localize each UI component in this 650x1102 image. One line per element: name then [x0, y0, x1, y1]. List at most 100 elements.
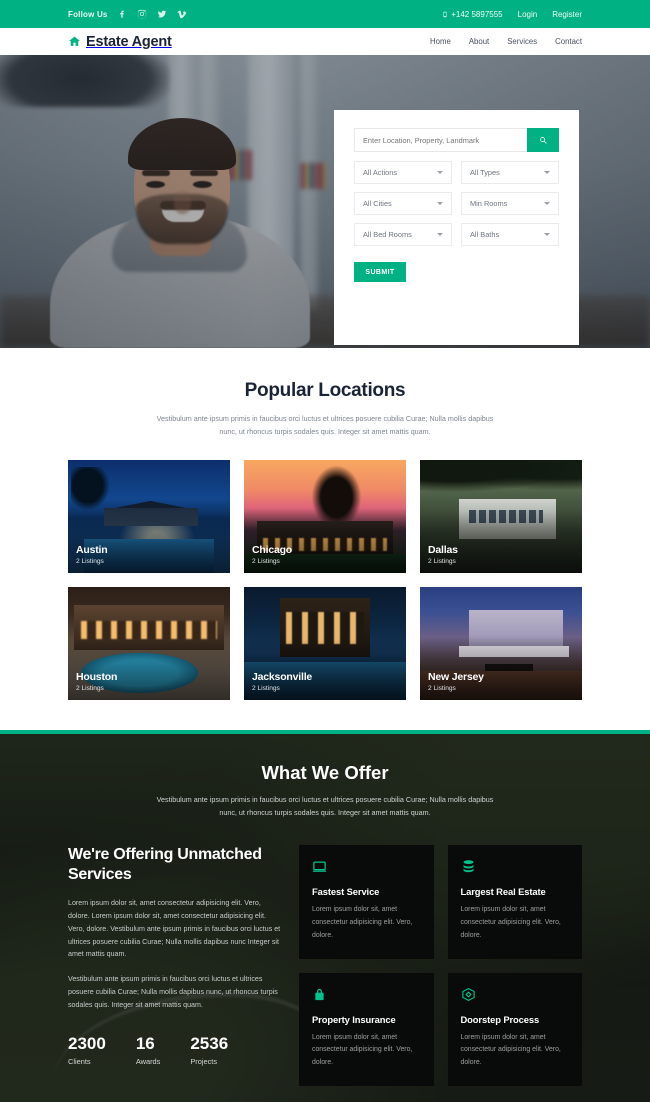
follow-us-label: Follow Us	[68, 9, 108, 19]
location-name: Austin	[76, 544, 108, 557]
search-input[interactable]	[354, 128, 527, 152]
login-link[interactable]: Login	[518, 10, 538, 19]
popular-locations-section: Popular Locations Vestibulum ante ipsum …	[0, 348, 650, 731]
feature-description: Lorem ipsum dolor sit, amet consectetur …	[312, 1033, 413, 1067]
card-caption: Dallas 2 Listings	[428, 544, 458, 565]
select-all-types[interactable]: All Types	[461, 161, 559, 184]
location-listing-count: 2 Listings	[428, 685, 456, 693]
feature-description: Lorem ipsum dolor sit, amet consectetur …	[460, 906, 561, 939]
feature-description: Lorem ipsum dolor sit, amet consectetur …	[312, 906, 413, 939]
offer-heading: We're Offering Unmatched Services	[68, 846, 262, 884]
offer-paragraph-1: Lorem ipsum dolor sit, amet consectetur …	[68, 899, 281, 959]
phone-number: +142 5897555	[442, 9, 503, 19]
lock-icon	[312, 987, 421, 1002]
feature-card-largest-real-estate[interactable]: Largest Real Estate Lorem ipsum dolor si…	[447, 845, 582, 959]
nav-item-home[interactable]: Home	[430, 37, 451, 46]
location-card-new-jersey[interactable]: New Jersey 2 Listings	[420, 587, 582, 701]
chevron-down-icon	[437, 233, 443, 236]
select-all-baths[interactable]: All Baths	[461, 223, 559, 246]
instagram-icon[interactable]	[137, 9, 148, 20]
chevron-down-icon	[437, 171, 443, 174]
stat-awards-label: Awards	[135, 1056, 161, 1066]
twitter-icon[interactable]	[157, 9, 168, 20]
location-name: Dallas	[428, 544, 458, 557]
location-card-houston[interactable]: Houston 2 Listings	[68, 587, 230, 701]
select-all-actions[interactable]: All Actions	[354, 161, 452, 184]
chevron-down-icon	[437, 202, 443, 205]
nav-item-about[interactable]: About	[469, 37, 489, 46]
social-links: Follow Us	[68, 9, 188, 20]
phone-number-text: +142 5897555	[451, 9, 503, 19]
offer-title: What We Offer	[261, 762, 389, 784]
feature-card-property-insurance[interactable]: Property Insurance Lorem ipsum dolor sit…	[299, 972, 434, 1086]
facebook-icon[interactable]	[117, 9, 128, 20]
select-min-rooms-label: Min Rooms	[470, 199, 508, 208]
search-button[interactable]	[527, 128, 559, 152]
feature-title: Largest Real Estate	[460, 886, 546, 898]
stat-clients-label: Clients	[68, 1056, 91, 1066]
card-caption: Houston 2 Listings	[76, 671, 117, 692]
location-card-jacksonville[interactable]: Jacksonville 2 Listings	[244, 587, 406, 701]
chevron-down-icon	[544, 171, 550, 174]
home-icon	[68, 35, 81, 48]
feature-title: Fastest Service	[312, 886, 380, 898]
hero-section: All Actions All Types All Cities Min Roo…	[0, 55, 650, 348]
stat-projects: 2536 Projects	[190, 1034, 228, 1066]
offer-left-column: We're Offering Unmatched Services Lorem …	[68, 845, 283, 1086]
property-search-panel: All Actions All Types All Cities Min Roo…	[334, 110, 579, 345]
select-all-bed-rooms-label: All Bed Rooms	[363, 230, 412, 239]
register-link[interactable]: Register	[552, 10, 582, 19]
logo-text: Estate Agent	[86, 33, 172, 50]
vimeo-icon[interactable]	[177, 9, 188, 20]
select-all-bed-rooms[interactable]: All Bed Rooms	[354, 223, 452, 246]
chevron-down-icon	[544, 233, 550, 236]
select-all-actions-label: All Actions	[363, 168, 398, 177]
feature-card-grid: Fastest Service Lorem ipsum dolor sit, a…	[299, 845, 582, 1086]
filter-selects: All Actions All Types All Cities Min Roo…	[354, 161, 559, 246]
top-bar: Follow Us +142 5897555 Login Register	[0, 0, 650, 28]
nav-item-contact[interactable]: Contact	[555, 37, 582, 46]
feature-card-fastest-service[interactable]: Fastest Service Lorem ipsum dolor sit, a…	[299, 845, 434, 959]
location-card-chicago[interactable]: Chicago 2 Listings	[244, 460, 406, 574]
location-name: Jacksonville	[252, 671, 313, 684]
submit-button[interactable]: SUBMIT	[354, 262, 406, 282]
laptop-icon	[312, 859, 421, 874]
feature-title: Property Insurance	[312, 1013, 396, 1025]
select-min-rooms[interactable]: Min Rooms	[461, 192, 559, 215]
feature-title: Doorstep Process	[460, 1013, 540, 1025]
mobile-icon	[443, 11, 447, 17]
stat-awards: 16 Awards	[136, 1034, 161, 1066]
location-listing-count: 2 Listings	[76, 558, 104, 566]
nav-item-services[interactable]: Services	[507, 37, 537, 46]
feature-card-doorstep-process[interactable]: Doorstep Process Lorem ipsum dolor sit, …	[447, 972, 582, 1086]
offer-paragraph-2: Vestibulum ante ipsum primis in faucibus…	[68, 975, 278, 1009]
logo[interactable]: Estate Agent	[68, 34, 172, 50]
search-icon	[539, 136, 547, 144]
location-name: New Jersey	[428, 671, 484, 684]
card-caption: New Jersey 2 Listings	[428, 671, 484, 692]
select-all-baths-label: All Baths	[470, 230, 500, 239]
stat-projects-label: Projects	[190, 1056, 218, 1066]
location-card-grid: Austin 2 Listings Chicago 2 Listings Dal…	[68, 460, 582, 701]
database-icon	[461, 859, 570, 874]
location-card-dallas[interactable]: Dallas 2 Listings	[420, 460, 582, 574]
location-name: Houston	[76, 671, 118, 684]
hexagon-icon	[461, 987, 570, 1002]
chevron-down-icon	[544, 202, 550, 205]
stat-projects-number: 2536	[190, 1033, 229, 1053]
section-subtitle: Vestibulum ante ipsum primis in faucibus…	[156, 414, 494, 436]
stat-awards-number: 16	[135, 1033, 155, 1053]
site-header: Estate Agent Home About Services Contact	[0, 28, 650, 55]
section-title: Popular Locations	[244, 380, 406, 401]
stat-clients-number: 2300	[68, 1033, 106, 1053]
card-caption: Chicago 2 Listings	[252, 544, 292, 565]
select-all-types-label: All Types	[470, 168, 500, 177]
select-all-cities[interactable]: All Cities	[354, 192, 452, 215]
location-name: Chicago	[252, 544, 293, 557]
location-listing-count: 2 Listings	[428, 558, 456, 566]
feature-description: Lorem ipsum dolor sit, amet consectetur …	[460, 1033, 561, 1067]
search-row	[354, 128, 559, 152]
location-card-austin[interactable]: Austin 2 Listings	[68, 460, 230, 574]
card-caption: Jacksonville 2 Listings	[252, 671, 312, 692]
location-listing-count: 2 Listings	[76, 685, 104, 693]
